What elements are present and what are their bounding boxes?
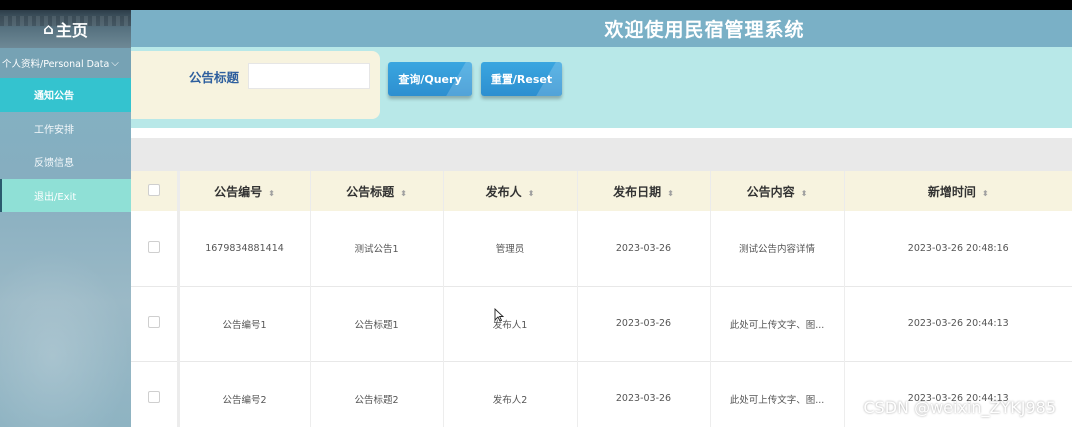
sidebar-background — [0, 250, 131, 427]
search-form: 公告标题 — [131, 51, 380, 119]
cell-date: 2023-03-26 — [576, 211, 710, 286]
notice-table: 公告编号 ⬍ 公告标题 ⬍ 发布人 ⬍ 发布日期 ⬍ 公告内容 ⬍ 新增时间 ⬍ 16798… — [131, 171, 1072, 427]
column-header-date[interactable]: 发布日期 ⬍ — [576, 171, 710, 211]
cell-id: 公告编号2 — [177, 361, 310, 427]
column-header-label: 公告编号 — [214, 184, 263, 199]
cell-content: 此处可上传文字、图... — [709, 361, 844, 427]
query-button-label: 查询/Query — [398, 73, 462, 86]
sidebar-item-label: 工作安排 — [34, 124, 74, 136]
column-header-label: 发布日期 — [613, 184, 662, 199]
cell-publisher: 管理员 — [442, 211, 577, 286]
sidebar-item-label: 反馈信息 — [34, 158, 74, 170]
menu-group-personal-data[interactable]: 个人资料/Personal Data ⌵ — [0, 48, 131, 78]
cell-id: 公告编号1 — [177, 286, 310, 361]
sidebar-header[interactable]: ⌂ 主页 — [0, 10, 131, 48]
cell-id: 1679834881414 — [177, 211, 310, 286]
table-header-row: 公告编号 ⬍ 公告标题 ⬍ 发布人 ⬍ 发布日期 ⬍ 公告内容 ⬍ 新增时间 ⬍ — [131, 171, 1072, 211]
cell-title: 测试公告1 — [309, 211, 443, 286]
reset-button[interactable]: 重置/Reset — [481, 62, 562, 96]
column-header-label: 公告内容 — [746, 184, 795, 199]
table-row[interactable]: 公告编号2 公告标题2 发布人2 2023-03-26 此处可上传文字、图...… — [131, 361, 1072, 427]
page-title: 欢迎使用民宿管理系统 — [604, 19, 805, 41]
sort-icon[interactable]: ⬍ — [801, 189, 808, 198]
watermark: CSDN @weixin_ZYKJ985 — [863, 398, 1056, 417]
menu-group-label: 个人资料/Personal Data — [2, 59, 110, 70]
column-header-label: 公告标题 — [346, 184, 395, 199]
spacer — [131, 128, 1072, 138]
cell-title: 公告标题2 — [309, 361, 443, 427]
select-all-cell — [131, 171, 180, 211]
row-select-cell — [131, 361, 180, 427]
sort-icon[interactable]: ⬍ — [982, 189, 989, 198]
sidebar-item-notice[interactable]: 通知公告 — [0, 78, 131, 112]
table-row[interactable]: 公告编号1 公告标题1 发布人1 2023-03-26 此处可上传文字、图...… — [131, 286, 1072, 361]
sidebar-item-label: 退出/Exit — [34, 191, 77, 203]
search-label: 公告标题 — [189, 70, 240, 85]
sidebar-item-label: 通知公告 — [34, 91, 74, 103]
main-content: 欢迎使用民宿管理系统 公告标题 查询/Query 重置/Reset 公告编号 ⬍ … — [131, 10, 1072, 427]
home-title: 主页 — [55, 21, 88, 40]
cell-publisher: 发布人1 — [442, 286, 577, 361]
column-header-label: 发布人 — [485, 184, 522, 199]
sort-icon[interactable]: ⬍ — [667, 189, 674, 198]
column-header-id[interactable]: 公告编号 ⬍ — [177, 171, 310, 211]
home-link[interactable]: ⌂ 主页 — [43, 17, 88, 41]
table-row[interactable]: 1679834881414 测试公告1 管理员 2023-03-26 测试公告内… — [131, 211, 1072, 286]
cell-date: 2023-03-26 — [576, 361, 710, 427]
cell-created-time: 2023-03-26 20:48:16 — [843, 211, 1072, 286]
table-toolbar — [131, 138, 1072, 171]
cell-title: 公告标题1 — [309, 286, 443, 361]
row-checkbox[interactable] — [147, 391, 160, 403]
column-header-content[interactable]: 公告内容 ⬍ — [709, 171, 844, 211]
reset-button-label: 重置/Reset — [490, 73, 553, 86]
sidebar-item-work-schedule[interactable]: 工作安排 — [0, 112, 131, 146]
sort-icon[interactable]: ⬍ — [400, 189, 407, 198]
mouse-cursor-icon — [494, 308, 504, 322]
column-header-label: 新增时间 — [927, 184, 976, 199]
cell-created-time: 2023-03-26 20:44:13 — [843, 361, 1072, 427]
row-select-cell — [131, 211, 180, 286]
sort-icon[interactable]: ⬍ — [528, 189, 535, 198]
select-all-checkbox[interactable] — [147, 183, 160, 196]
cell-date: 2023-03-26 — [576, 286, 710, 361]
sidebar-item-feedback[interactable]: 反馈信息 — [0, 145, 131, 179]
column-header-created-time[interactable]: 新增时间 ⬍ — [843, 171, 1072, 211]
cell-content: 测试公告内容详情 — [709, 211, 844, 286]
search-band: 公告标题 查询/Query 重置/Reset — [131, 47, 1072, 128]
home-icon: ⌂ — [43, 20, 54, 38]
column-header-title[interactable]: 公告标题 ⬍ — [309, 171, 443, 211]
sidebar-item-exit[interactable]: 退出/Exit — [0, 178, 131, 212]
sidebar: ⌂ 主页 个人资料/Personal Data ⌵ 通知公告 工作安排 反馈信息… — [0, 10, 131, 427]
cell-created-time: 2023-03-26 20:44:13 — [843, 286, 1072, 361]
row-select-cell — [131, 286, 180, 361]
cell-content: 此处可上传文字、图... — [709, 286, 844, 361]
row-checkbox[interactable] — [147, 316, 160, 328]
query-button[interactable]: 查询/Query — [388, 62, 472, 96]
sort-icon[interactable]: ⬍ — [268, 189, 275, 198]
page-header: 欢迎使用民宿管理系统 — [131, 10, 1072, 47]
row-checkbox[interactable] — [147, 240, 160, 253]
search-input[interactable] — [248, 63, 370, 89]
column-header-publisher[interactable]: 发布人 ⬍ — [442, 171, 577, 211]
cell-publisher: 发布人2 — [442, 361, 577, 427]
chevron-down-icon: ⌵ — [111, 57, 119, 69]
